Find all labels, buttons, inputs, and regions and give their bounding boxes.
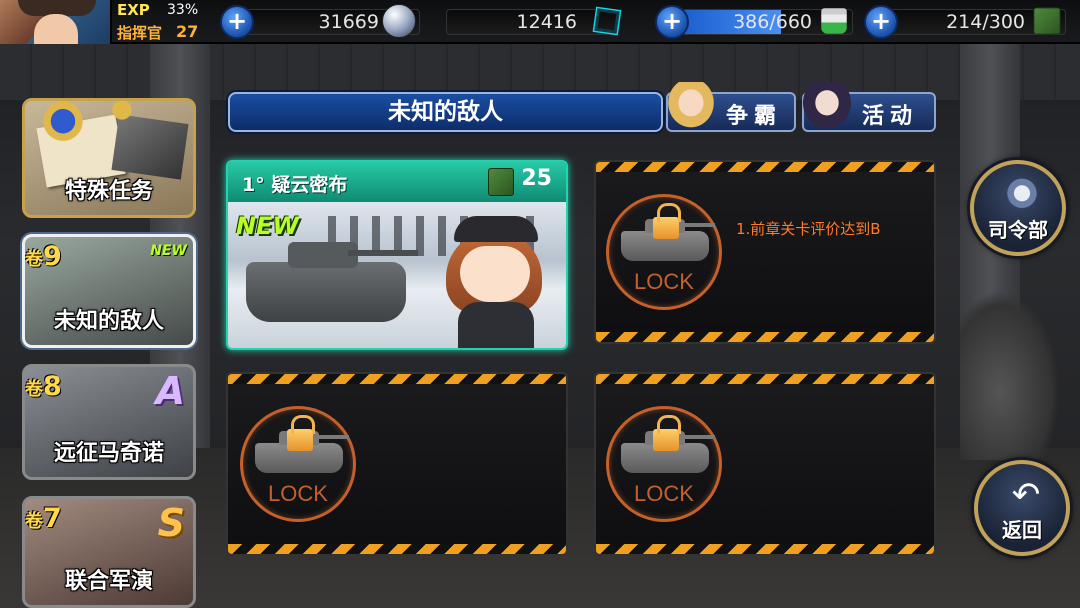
padlock-icon (287, 415, 315, 451)
ammo-icon (382, 4, 416, 38)
chibi-cap (454, 216, 538, 242)
chapter-volume: 卷8 (25, 371, 62, 402)
paint-icon (821, 8, 847, 34)
lock-label: LOCK (634, 269, 694, 294)
chapter-8[interactable]: 卷8 A 远征马奇诺 (22, 364, 196, 480)
lock-label: LOCK (634, 481, 694, 506)
paint-resource: 386/660 + (655, 5, 855, 39)
back-label: 返回 (1002, 518, 1042, 542)
unlock-requirement: 1.前章关卡评价达到B (736, 220, 881, 238)
tab-label: 活动 (862, 104, 919, 129)
mission-card-4-locked[interactable]: LOCK (594, 372, 936, 556)
tank-art (246, 262, 406, 322)
crystal-icon (592, 6, 622, 36)
chapter-title: 未知的敌人 (228, 92, 663, 132)
lock-badge: LOCK (606, 406, 722, 522)
player-level: 27 (176, 22, 199, 41)
add-ammo-button[interactable]: + (220, 5, 254, 39)
hazard-stripe (596, 544, 934, 554)
add-fuel-button[interactable]: + (864, 5, 898, 39)
exp-label: EXP (117, 1, 150, 19)
rank-label: 指挥官 (117, 24, 163, 42)
lock-label: LOCK (268, 481, 328, 506)
fuel-icon (1033, 7, 1061, 35)
chapter-special-missions[interactable]: 特殊任务 (22, 98, 196, 218)
eagle-emblem-icon (31, 101, 95, 141)
add-paint-button[interactable]: + (655, 5, 689, 39)
headquarters-label: 司令部 (988, 218, 1048, 242)
chapter-volume: 卷7 (25, 503, 62, 534)
chapter-name: 未知的敌人 (53, 309, 164, 334)
tab-contest[interactable]: 争霸 (662, 82, 796, 134)
chapter-volume: 卷9 (25, 241, 62, 272)
mission-name: 1° 疑云密布 (242, 174, 348, 196)
star-shield-icon (1004, 178, 1040, 212)
hazard-stripe (228, 374, 566, 384)
lock-badge: LOCK (240, 406, 356, 522)
avatar-face (34, 14, 78, 44)
fuel-resource: 214/300 + (864, 5, 1074, 39)
new-badge: NEW (236, 212, 299, 240)
mission-cost: 25 (521, 166, 552, 191)
mission-card-3-locked[interactable]: LOCK (226, 372, 568, 556)
tab-label: 争霸 (726, 104, 783, 129)
tank-barrel-art (348, 250, 418, 256)
grade-badge: A (155, 369, 185, 413)
fuel-cost-icon (488, 168, 514, 196)
chibi-body (458, 302, 534, 348)
crystal-resource: 12416 (440, 5, 630, 39)
resource-bar: EXP 33% 指挥官 27 31669 + 12416 386/660 + 2… (0, 0, 1080, 44)
tab-character-portrait (662, 82, 720, 134)
mission-card-1[interactable]: 1° 疑云密布 25 NEW (226, 160, 568, 350)
chapter-name: 远征马奇诺 (53, 441, 164, 466)
hazard-stripe (228, 544, 566, 554)
hazard-stripe (596, 374, 934, 384)
hazard-stripe (596, 332, 934, 342)
padlock-icon (653, 203, 681, 239)
chapter-name: 联合军演 (64, 569, 153, 594)
chapter-9[interactable]: 卷9 NEW 未知的敌人 (22, 234, 196, 348)
commander-chibi-portrait (436, 202, 556, 348)
player-avatar[interactable] (0, 0, 112, 44)
chapter-name: 特殊任务 (64, 179, 153, 204)
back-button[interactable]: ↶ 返回 (974, 460, 1070, 556)
chapter-7[interactable]: 卷7 S 联合军演 (22, 496, 196, 608)
padlock-icon (653, 415, 681, 451)
mission-card-2-locked[interactable]: LOCK 1.前章关卡评价达到B (594, 160, 936, 344)
photo-art (111, 114, 189, 180)
ammo-resource: 31669 + (220, 4, 420, 39)
grade-badge: S (157, 501, 185, 545)
tab-character-portrait (798, 82, 856, 134)
chibi-face (460, 246, 530, 302)
new-badge: NEW (150, 243, 187, 259)
skull-emblem-icon (105, 101, 139, 121)
background-tank (960, 290, 1060, 460)
lock-badge: LOCK (606, 194, 722, 310)
mission-header: 1° 疑云密布 25 (228, 162, 566, 202)
hazard-stripe (596, 162, 934, 172)
back-arrow-icon: ↶ (1011, 475, 1041, 515)
tab-event[interactable]: 活动 (798, 82, 936, 134)
headquarters-button[interactable]: 司令部 (970, 160, 1066, 256)
exp-percent: 33% (167, 2, 199, 18)
